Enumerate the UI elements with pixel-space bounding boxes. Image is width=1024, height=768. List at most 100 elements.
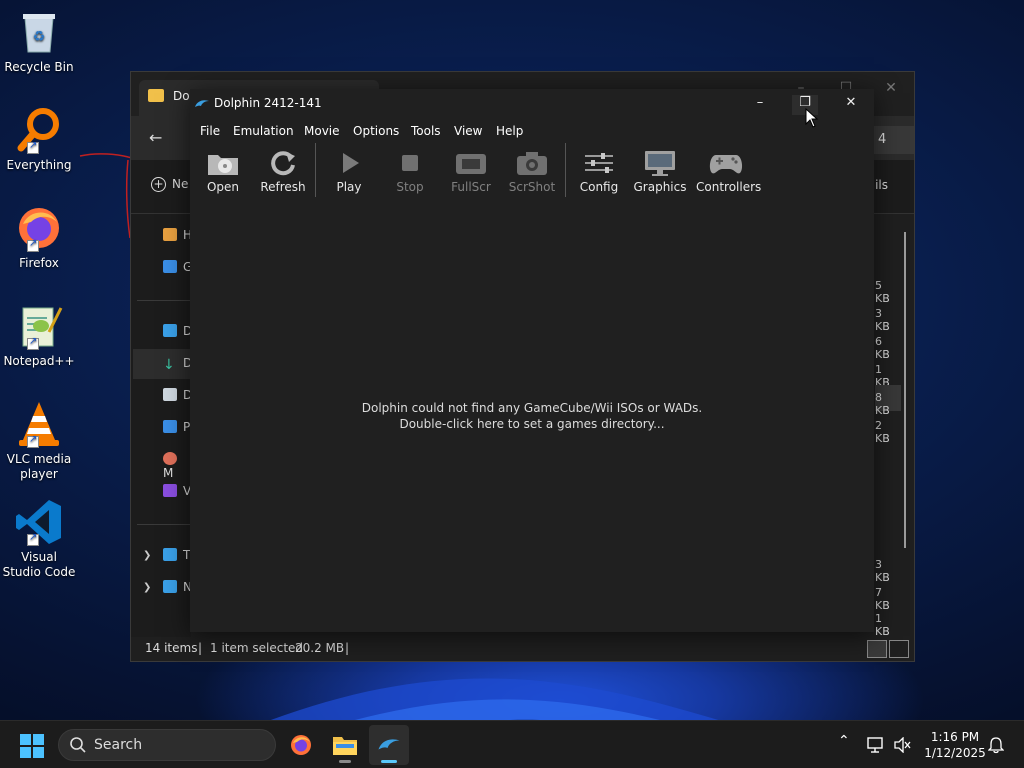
expand-chevron-icon[interactable]: ❯: [143, 582, 151, 593]
taskbar-file-explorer[interactable]: [325, 725, 365, 765]
shortcut-arrow-icon: [27, 238, 39, 252]
menu-help[interactable]: Help: [496, 124, 523, 138]
taskbar-clock[interactable]: 1:16 PM 1/12/2025: [920, 729, 990, 761]
sidebar-item-gallery[interactable]: G: [163, 260, 193, 280]
desktop-icon-vscode[interactable]: Visual Studio Code: [2, 498, 76, 580]
sliders-icon: [581, 149, 617, 177]
taskbar-search-box[interactable]: Search: [58, 729, 276, 761]
music-icon: [163, 452, 177, 465]
desktop-icon-recycle-bin[interactable]: ♻ Recycle Bin: [2, 8, 76, 75]
explorer-sidebar: H G D ↓ D D P M V ❯ T ❯ N: [131, 214, 193, 644]
file-size: 1 KB: [875, 612, 890, 638]
monitor-icon: [642, 149, 678, 177]
file-size: 8 KB: [875, 391, 890, 417]
everything-search-icon: [15, 106, 63, 154]
notification-bell-icon[interactable]: [988, 736, 1004, 754]
explorer-close-button[interactable]: ✕: [881, 80, 901, 96]
taskbar-dolphin[interactable]: [369, 725, 409, 765]
explorer-address-bar[interactable]: 4: [874, 126, 914, 154]
file-explorer-icon: [333, 737, 357, 755]
menu-file[interactable]: File: [200, 124, 220, 138]
vlc-cone-icon: [15, 400, 63, 448]
open-disc-icon: [205, 149, 241, 177]
refresh-button[interactable]: Refresh: [253, 147, 313, 201]
document-icon: [163, 388, 177, 401]
sidebar-item-downloads[interactable]: ↓ D: [163, 356, 193, 376]
tiles-view-icon[interactable]: [889, 640, 909, 658]
sidebar-item-pictures[interactable]: P: [163, 420, 193, 440]
empty-games-list-message[interactable]: Dolphin could not find any GameCube/Wii …: [190, 400, 874, 432]
config-button[interactable]: Config: [569, 147, 629, 201]
download-icon: ↓: [163, 357, 175, 373]
sidebar-item-network[interactable]: N: [163, 580, 193, 600]
file-size: 3 KB: [875, 558, 890, 584]
videos-icon: [163, 484, 177, 497]
new-button[interactable]: + Ne: [151, 177, 188, 192]
shortcut-arrow-icon: [27, 336, 39, 350]
status-separator: |: [345, 641, 350, 655]
menu-tools[interactable]: Tools: [411, 124, 441, 138]
sidebar-item-videos[interactable]: V: [163, 484, 193, 504]
firefox-icon: [291, 735, 311, 755]
controllers-button[interactable]: Controllers: [696, 147, 761, 201]
desktop-icon-label: Everything: [6, 158, 72, 172]
sidebar-item-desktop[interactable]: D: [163, 324, 193, 344]
file-size: 7 KB: [875, 586, 890, 612]
desktop-icon-firefox[interactable]: Firefox: [2, 204, 76, 271]
sidebar-item-home[interactable]: H: [163, 228, 193, 248]
chevron-up-icon[interactable]: ⌃: [838, 733, 850, 749]
close-button[interactable]: ✕: [838, 95, 864, 115]
stop-button[interactable]: Stop: [380, 147, 440, 201]
dolphin-titlebar[interactable]: Dolphin 2412-141 – ❐ ✕: [190, 89, 874, 121]
sidebar-item-music[interactable]: M: [163, 452, 193, 480]
firefox-icon: [15, 204, 63, 252]
clock-time: 1:16 PM: [930, 730, 980, 744]
recycle-bin-icon: ♻: [15, 8, 63, 56]
desktop-icon-vlc[interactable]: VLC media player: [2, 400, 76, 482]
network-icon[interactable]: [866, 736, 886, 754]
menu-options[interactable]: Options: [353, 124, 399, 138]
minimize-button[interactable]: –: [747, 95, 773, 115]
selection-info: 1 item selected: [210, 641, 304, 655]
menu-movie[interactable]: Movie: [304, 124, 340, 138]
toolbar: Open Refresh Play Stop FullScr ScrShot C…: [190, 143, 874, 203]
menu-view[interactable]: View: [454, 124, 482, 138]
play-button[interactable]: Play: [319, 147, 379, 201]
menu-emulation[interactable]: Emulation: [233, 124, 294, 138]
selection-size: 20.2 MB: [295, 641, 345, 655]
gallery-icon: [163, 260, 177, 273]
screenshot-button[interactable]: ScrShot: [502, 147, 562, 201]
back-arrow-icon[interactable]: ←: [149, 128, 162, 147]
address-text: 4: [878, 132, 887, 147]
fullscreen-icon: [453, 149, 489, 177]
pictures-icon: [163, 420, 177, 433]
vscode-icon: [15, 498, 63, 546]
open-button[interactable]: Open: [193, 147, 253, 201]
expand-chevron-icon[interactable]: ❯: [143, 550, 151, 561]
message-line-2: Double-click here to set a games directo…: [399, 417, 665, 431]
shortcut-arrow-icon: [27, 532, 39, 546]
annotation-mark: [79, 153, 133, 239]
notepadpp-icon: [15, 302, 63, 350]
graphics-button[interactable]: Graphics: [630, 147, 690, 201]
desktop-icon-everything[interactable]: Everything: [2, 106, 76, 173]
speaker-muted-icon[interactable]: [893, 737, 911, 753]
explorer-scrollbar[interactable]: [904, 232, 906, 548]
stop-icon: [392, 149, 428, 177]
sidebar-item-this-pc[interactable]: T: [163, 548, 193, 568]
details-view-icon[interactable]: [867, 640, 887, 658]
desktop-icon-notepadpp[interactable]: Notepad++: [2, 302, 76, 369]
file-size: 3 KB: [875, 307, 890, 333]
fullscreen-button[interactable]: FullScr: [441, 147, 501, 201]
search-icon: [70, 737, 86, 753]
mouse-cursor-icon: [805, 108, 819, 128]
explorer-status-bar: 14 items | 1 item selected 20.2 MB |: [131, 637, 914, 661]
sidebar-item-documents[interactable]: D: [163, 388, 193, 408]
play-icon: [331, 149, 367, 177]
svg-text:♻: ♻: [33, 29, 46, 45]
taskbar-firefox[interactable]: [281, 725, 321, 765]
refresh-icon: [265, 149, 301, 177]
windows-start-icon[interactable]: [20, 734, 44, 758]
dolphin-window[interactable]: Dolphin 2412-141 – ❐ ✕ File Emulation Mo…: [190, 89, 874, 632]
dolphin-icon: [378, 739, 400, 750]
